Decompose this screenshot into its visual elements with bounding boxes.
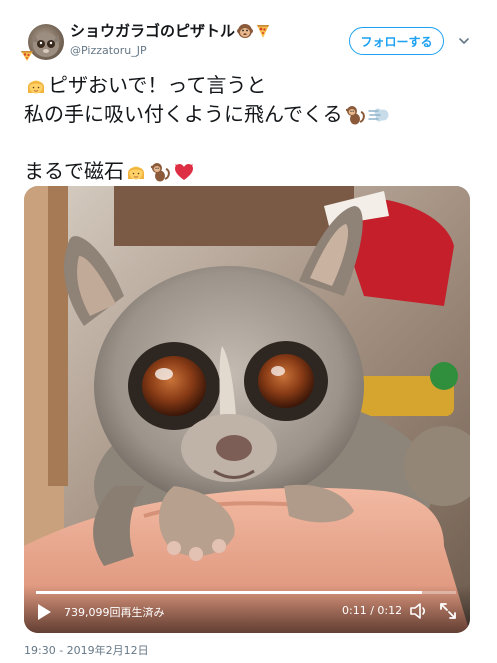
monkey-icon bbox=[150, 162, 170, 181]
pizza-icon bbox=[21, 51, 33, 61]
tweet-text: ピザおいで！って言うと 私の手に吸い付くように飛んでくる まるで磁石 bbox=[24, 71, 474, 186]
heart-icon bbox=[175, 163, 193, 180]
volume-icon[interactable] bbox=[409, 601, 429, 621]
video-time: 0:11 / 0:12 bbox=[342, 604, 403, 617]
user-handle[interactable]: @Pizzatoru_JP bbox=[70, 44, 147, 57]
dash-icon bbox=[367, 108, 389, 121]
progress-fill bbox=[36, 591, 423, 594]
tweet-line-2: 私の手に吸い付くように飛んでくる bbox=[24, 100, 474, 129]
view-count: 739,099回再生済み bbox=[64, 606, 165, 619]
video-controls: 739,099回再生済み 0:11 / 0:12 bbox=[24, 585, 470, 633]
tweet-line-3: まるで磁石 bbox=[24, 157, 474, 186]
video-player[interactable]: 739,099回再生済み 0:11 / 0:12 bbox=[24, 186, 470, 633]
follow-button[interactable]: フォローする bbox=[349, 27, 444, 55]
chevron-down-icon[interactable] bbox=[457, 34, 471, 48]
play-icon[interactable] bbox=[36, 603, 52, 621]
tweet-header: ショウガラゴのピザトル @Pizzatoru_JP フォローする bbox=[0, 0, 497, 70]
display-name-text: ショウガラゴのピザトル bbox=[70, 22, 236, 40]
monkey-icon bbox=[345, 105, 365, 124]
galago-video-frame bbox=[24, 186, 470, 633]
progress-bar[interactable] bbox=[36, 591, 456, 594]
tweet-line-3-text: まるで磁石 bbox=[24, 159, 124, 183]
woman-icon bbox=[128, 166, 144, 179]
display-name[interactable]: ショウガラゴのピザトル bbox=[70, 20, 271, 41]
pizza-icon bbox=[257, 24, 270, 38]
tweet-timestamp[interactable]: 19:30 - 2019年2月12日 bbox=[24, 642, 149, 658]
fullscreen-icon[interactable] bbox=[438, 601, 458, 621]
tweet-line-1: ピザおいで！って言うと bbox=[24, 71, 474, 100]
woman-icon bbox=[28, 80, 44, 93]
tweet-line-1-text: ピザおいで！って言うと bbox=[48, 73, 267, 97]
monkey-face-icon bbox=[237, 23, 254, 38]
tweet-line-2-text: 私の手に吸い付くように飛んでくる bbox=[24, 102, 343, 126]
